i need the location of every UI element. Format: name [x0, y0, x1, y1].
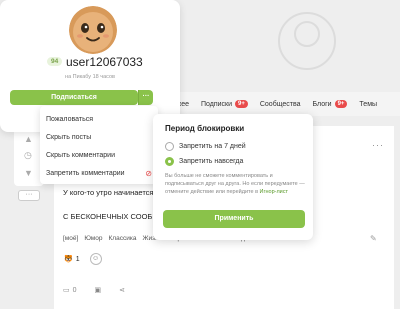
avatar[interactable]: [69, 6, 117, 54]
reactions-row: 🐯 1 ☺: [64, 253, 102, 265]
subscriptions-badge: 9+: [235, 100, 248, 108]
comments-button[interactable]: ▭ 0: [63, 286, 77, 295]
ignore-list-link[interactable]: Игнор-лист: [260, 189, 289, 195]
side-more-button[interactable]: ···: [18, 190, 40, 201]
background-decoration: [278, 12, 336, 70]
post-footer: ▭ 0 ▣ ⋖: [63, 286, 125, 295]
ban-icon: ⊘: [145, 168, 152, 178]
reaction-button[interactable]: 🐯 1: [64, 255, 80, 264]
reaction-count: 1: [75, 255, 80, 263]
profile-actions-menu: Пожаловаться Скрыть посты Скрыть коммент…: [40, 106, 158, 184]
block-period-popup: Период блокировки Запретить на 7 дней За…: [153, 114, 313, 240]
menu-item-hide-comments[interactable]: Скрыть комментарии: [40, 146, 158, 164]
menu-item-block-comments[interactable]: Запретить комментарии ⊘: [40, 164, 158, 182]
apply-button[interactable]: Применить: [163, 210, 305, 228]
time-on-pikabu: на Пикабу 18 часов: [65, 74, 115, 80]
top-navigation: Свежее Подписки 9+ Сообщества Блоги 9+ Т…: [150, 92, 400, 116]
tag[interactable]: [моё]: [63, 235, 78, 242]
radio-forever[interactable]: [165, 157, 174, 166]
tag[interactable]: Юмор: [84, 235, 102, 242]
downvote-icon[interactable]: ▼: [24, 168, 33, 178]
tag[interactable]: Классика: [109, 235, 137, 242]
menu-item-hide-posts[interactable]: Скрыть посты: [40, 128, 158, 146]
option-7-days[interactable]: Запретить на 7 дней: [165, 142, 246, 151]
post-text-line-1: У кого-то утро начинается с: [63, 188, 160, 197]
comments-count: 0: [72, 286, 77, 294]
popup-title: Период блокировки: [165, 124, 245, 133]
subscribe-button[interactable]: Подписаться: [10, 90, 138, 105]
rating-badge: 94: [47, 57, 63, 66]
clock-icon[interactable]: ◷: [24, 150, 32, 161]
tiger-emoji-icon: 🐯: [64, 256, 73, 263]
upvote-icon[interactable]: ▲: [24, 134, 33, 144]
nav-item-blogs[interactable]: Блоги 9+: [313, 100, 348, 108]
blogs-badge: 9+: [334, 100, 348, 108]
popup-note: Вы больше не сможете комментировать и по…: [165, 173, 305, 195]
add-reaction-icon[interactable]: ☺: [89, 253, 102, 265]
radio-7-days[interactable]: [165, 142, 174, 151]
nav-item-subscriptions[interactable]: Подписки 9+: [201, 100, 248, 108]
comment-icon: ▭: [63, 287, 70, 294]
username[interactable]: user12067033: [66, 55, 143, 69]
nav-item-topics[interactable]: Темы: [359, 101, 377, 108]
option-forever[interactable]: Запретить навсегда: [165, 157, 243, 166]
menu-item-report[interactable]: Пожаловаться: [40, 110, 158, 128]
post-more-icon[interactable]: ···: [372, 140, 384, 150]
share-icon[interactable]: ⋖: [119, 286, 125, 294]
profile-more-button[interactable]: ···: [138, 90, 153, 105]
save-icon[interactable]: ▣: [95, 286, 102, 294]
edit-icon[interactable]: ✎: [370, 234, 377, 243]
nav-item-communities[interactable]: Сообщества: [260, 101, 301, 108]
